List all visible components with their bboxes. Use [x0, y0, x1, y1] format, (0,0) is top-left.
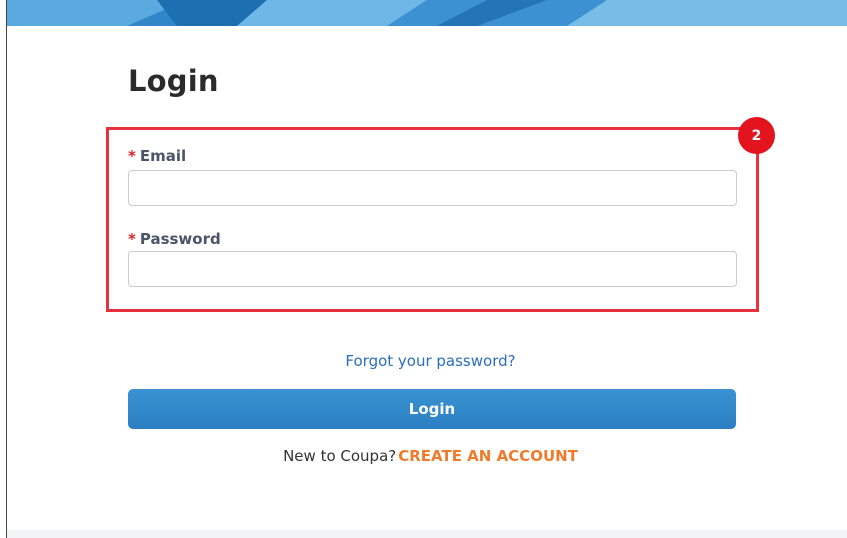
- login-button[interactable]: Login: [128, 389, 736, 429]
- password-label: * Password: [128, 230, 221, 248]
- step-badge: 2: [738, 117, 775, 154]
- forgot-password-row: Forgot your password?: [7, 352, 847, 370]
- login-page: Login 2 * Email * Password Forgot your pas…: [6, 0, 847, 538]
- header-banner: [7, 0, 847, 26]
- forgot-password-link[interactable]: Forgot your password?: [345, 352, 515, 370]
- page-title: Login: [128, 64, 219, 98]
- email-label-text: Email: [139, 147, 187, 165]
- required-marker: *: [128, 230, 136, 248]
- email-field[interactable]: [128, 170, 737, 206]
- required-marker: *: [128, 147, 136, 165]
- password-field[interactable]: [128, 251, 737, 287]
- create-account-link[interactable]: CREATE AN ACCOUNT: [398, 447, 578, 465]
- signup-row: New to Coupa? CREATE AN ACCOUNT: [7, 447, 847, 465]
- signup-prompt: New to Coupa?: [283, 447, 397, 465]
- footer-strip: [7, 530, 847, 538]
- email-label: * Email: [128, 147, 186, 165]
- password-label-text: Password: [139, 230, 221, 248]
